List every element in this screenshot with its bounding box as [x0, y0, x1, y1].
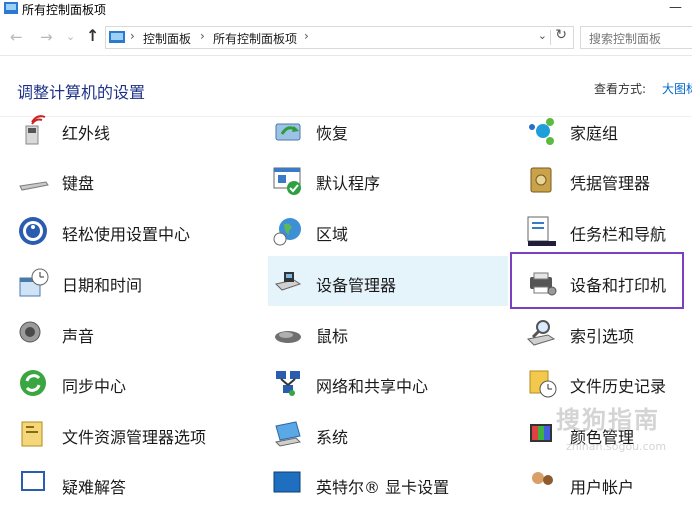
- item-label: 系统: [316, 428, 349, 447]
- homegroup-icon: [529, 118, 554, 145]
- item-label: 家庭组: [570, 124, 619, 143]
- control-panel-icon: [109, 31, 125, 43]
- item-date-time[interactable]: 日期和时间: [18, 260, 248, 304]
- watermark-url: zhinan.sogou.com: [566, 440, 667, 453]
- watermark: 搜狗指南: [556, 406, 660, 434]
- item-devices-printers[interactable]: 设备和打印机: [510, 252, 684, 309]
- default-programs-icon: [273, 167, 301, 195]
- indexing-icon: [526, 320, 556, 346]
- navigation-bar: ← → ⌄ ↑ › 控制面板 › 所有控制面板项 › ⌄ ↻ 搜索控制面板: [0, 22, 692, 54]
- control-panel-icon: [4, 2, 18, 14]
- item-homegroup[interactable]: 家庭组: [526, 108, 686, 152]
- keyboard-icon: [19, 181, 49, 191]
- back-button[interactable]: ←: [10, 28, 23, 46]
- address-bar[interactable]: › 控制面板 › 所有控制面板项 › ⌄ ↻: [105, 26, 574, 49]
- item-label: 鼠标: [316, 327, 349, 346]
- folder-options-icon: [21, 421, 43, 447]
- network-icon: [276, 371, 300, 396]
- divider: [0, 55, 692, 56]
- item-label: 文件历史记录: [570, 377, 667, 396]
- sound-icon: [19, 321, 41, 343]
- item-network-sharing[interactable]: 网络和共享中心: [272, 361, 502, 405]
- date-time-icon: [19, 268, 49, 297]
- item-ease-of-access[interactable]: 轻松使用设置中心: [18, 209, 248, 253]
- ease-of-access-icon: [19, 217, 47, 245]
- device-manager-icon: [275, 272, 302, 291]
- item-label: 区域: [316, 225, 349, 244]
- item-label: 同步中心: [62, 377, 127, 396]
- item-label: 设备和打印机: [570, 276, 667, 295]
- color-management-icon: [530, 424, 552, 442]
- item-recovery[interactable]: 恢复: [272, 108, 502, 152]
- item-label: 恢复: [316, 124, 349, 143]
- item-infrared[interactable]: 红外线: [18, 108, 248, 152]
- item-label: 索引选项: [570, 327, 635, 346]
- page-title: 调整计算机的设置: [17, 83, 146, 102]
- region-icon: [273, 218, 301, 246]
- title-bar: 所有控制面板项 —: [0, 0, 692, 20]
- file-history-icon: [529, 370, 557, 398]
- up-button[interactable]: ↑: [86, 26, 99, 45]
- breadcrumb-control-panel[interactable]: 控制面板: [143, 30, 191, 47]
- item-troubleshooting[interactable]: 疑难解答: [18, 462, 248, 506]
- item-label: 轻松使用设置中心: [62, 225, 191, 244]
- item-label: 用户帐户: [570, 478, 635, 497]
- chevron-down-icon[interactable]: ⌄: [538, 29, 547, 42]
- item-label: 设备管理器: [316, 276, 397, 295]
- troubleshooting-icon: [21, 471, 45, 491]
- item-label: 红外线: [62, 124, 111, 143]
- infrared-icon: [25, 115, 46, 145]
- system-icon: [274, 421, 302, 447]
- view-by-label: 查看方式:: [594, 82, 647, 96]
- item-label: 键盘: [62, 174, 95, 193]
- item-label: 凭据管理器: [570, 174, 651, 193]
- item-credential-manager[interactable]: 凭据管理器: [526, 158, 686, 202]
- item-folder-options[interactable]: 文件资源管理器选项: [18, 412, 258, 456]
- item-device-manager[interactable]: 设备管理器: [268, 256, 508, 306]
- item-label: 疑难解答: [62, 478, 127, 497]
- window-title: 所有控制面板项: [22, 3, 107, 17]
- item-label: 英特尔® 显卡设置: [316, 478, 450, 497]
- recovery-icon: [275, 123, 301, 141]
- view-by-dropdown[interactable]: 大图标: [662, 80, 692, 97]
- breadcrumb-all-items[interactable]: 所有控制面板项: [213, 30, 297, 47]
- item-indexing-options[interactable]: 索引选项: [526, 311, 686, 355]
- credential-manager-icon: [530, 167, 552, 193]
- item-label: 日期和时间: [62, 276, 143, 295]
- refresh-button[interactable]: ↻: [555, 27, 567, 43]
- item-file-history[interactable]: 文件历史记录: [526, 361, 686, 405]
- item-label: 声音: [62, 327, 95, 346]
- item-taskbar-navigation[interactable]: 任务栏和导航: [526, 209, 686, 253]
- item-label: 网络和共享中心: [316, 377, 429, 396]
- user-accounts-icon: [532, 472, 553, 485]
- breadcrumb-separator[interactable]: ›: [200, 29, 205, 43]
- breadcrumb-separator[interactable]: ›: [304, 29, 309, 43]
- item-region[interactable]: 区域: [272, 209, 502, 253]
- item-user-accounts[interactable]: 用户帐户: [526, 462, 686, 506]
- forward-button[interactable]: →: [40, 28, 53, 46]
- breadcrumb-separator[interactable]: ›: [130, 29, 135, 43]
- item-intel-graphics[interactable]: 英特尔® 显卡设置: [272, 462, 502, 506]
- item-system[interactable]: 系统: [272, 412, 502, 456]
- mouse-icon: [275, 331, 301, 343]
- item-label: 任务栏和导航: [570, 225, 667, 244]
- taskbar-icon: [527, 216, 556, 246]
- search-input[interactable]: 搜索控制面板: [580, 26, 692, 49]
- intel-graphics-icon: [273, 471, 301, 493]
- minimize-button[interactable]: —: [669, 0, 682, 15]
- item-mouse[interactable]: 鼠标: [272, 311, 502, 355]
- item-sync-center[interactable]: 同步中心: [18, 361, 248, 405]
- divider: [550, 30, 551, 45]
- sync-center-icon: [20, 370, 46, 396]
- item-default-programs[interactable]: 默认程序: [272, 158, 502, 202]
- item-label: 默认程序: [316, 174, 381, 193]
- recent-locations-button[interactable]: ⌄: [66, 30, 75, 43]
- item-label: 文件资源管理器选项: [62, 428, 207, 447]
- item-keyboard[interactable]: 键盘: [18, 158, 248, 202]
- devices-printers-icon: [530, 272, 557, 296]
- item-sound[interactable]: 声音: [18, 311, 248, 355]
